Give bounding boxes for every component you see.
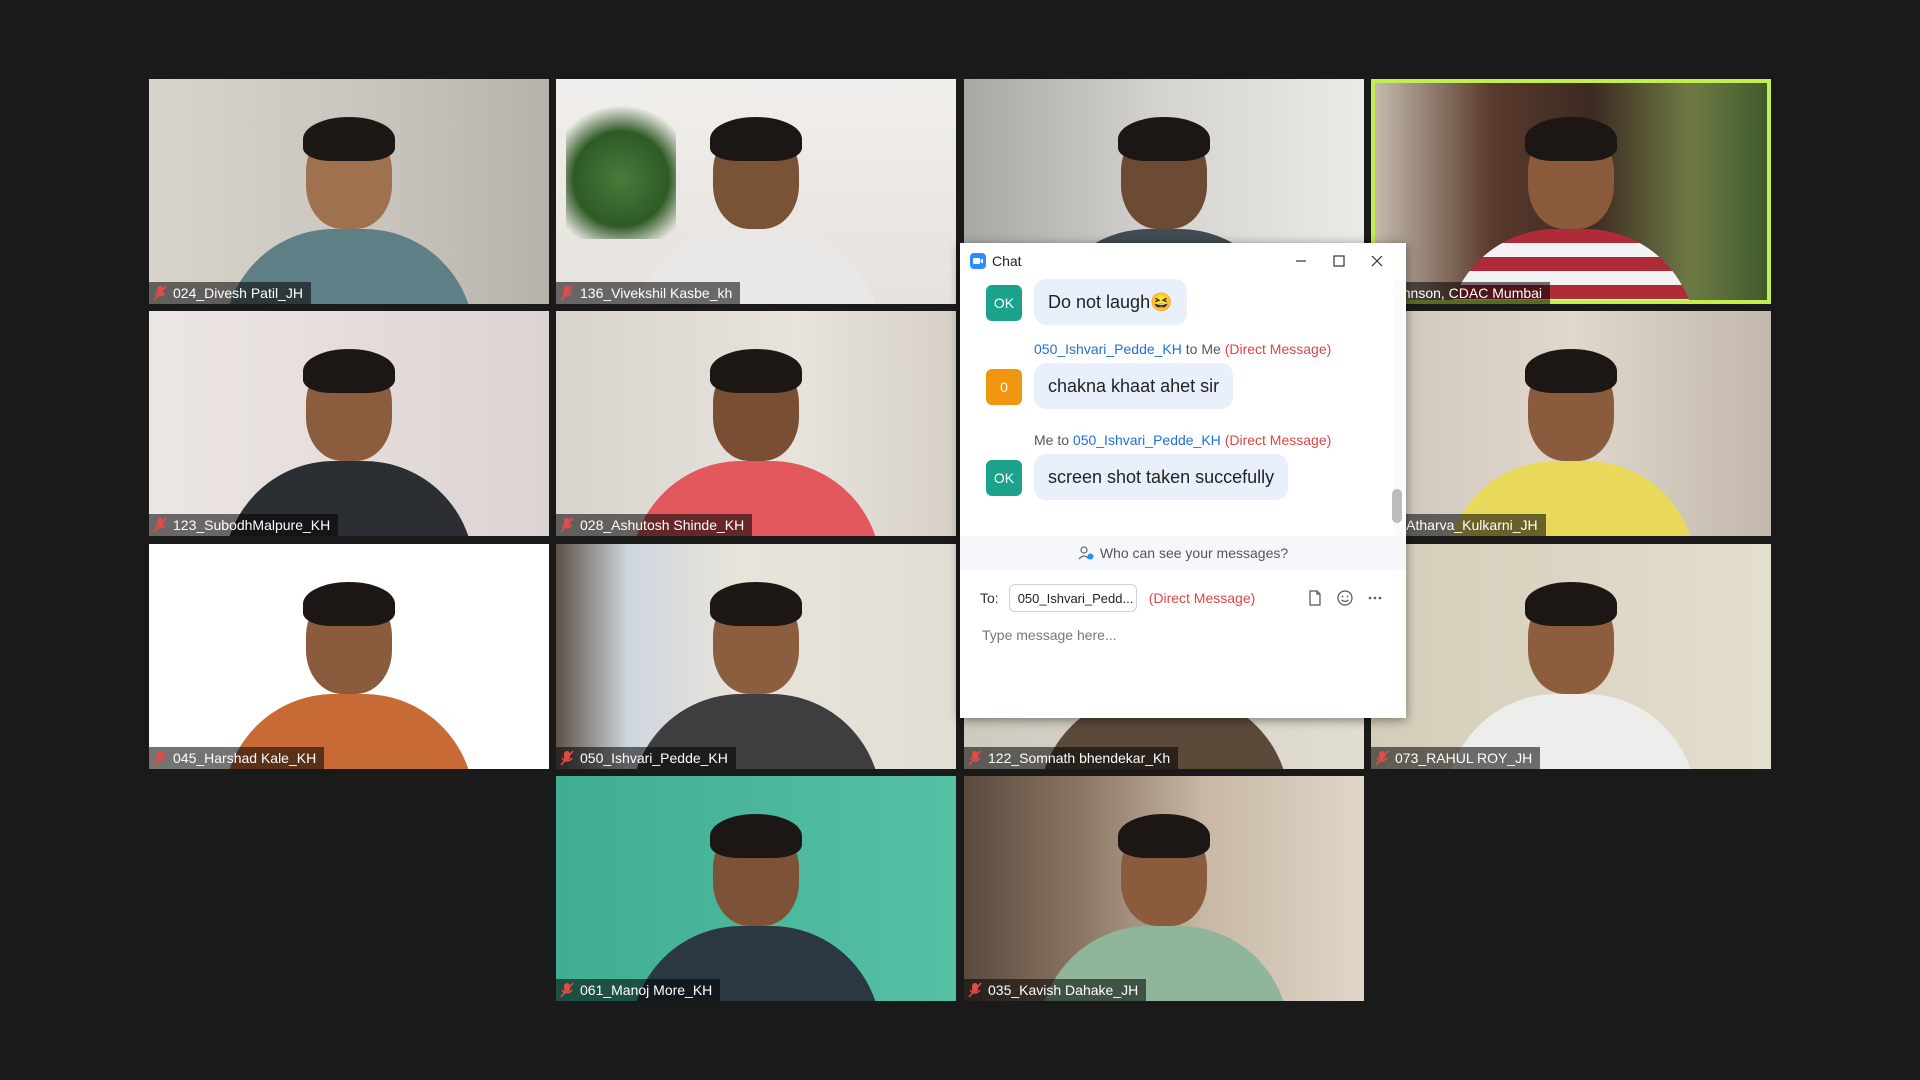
participant-name-tag: 122_Somnath bhendekar_Kh (964, 747, 1179, 769)
mic-muted-icon (560, 517, 574, 533)
avatar: 0 (986, 369, 1022, 405)
video-tile[interactable]: 061_Manoj More_KH (556, 776, 956, 1001)
message-text: screen shot taken succefully (1048, 467, 1275, 487)
participant-name: 028_Ashutosh Shinde_KH (580, 517, 745, 533)
participant-name-tag: 073_RAHUL ROY_JH (1371, 747, 1541, 769)
recipient-dropdown[interactable]: 050_Ishvari_Pedd... (1008, 584, 1137, 612)
compose-toolbar: To: 050_Ishvari_Pedd... (Direct Message) (960, 580, 1406, 616)
more-icon (1368, 596, 1382, 600)
participant-name: 061_Manoj More_KH (580, 982, 713, 998)
minimize-icon (1296, 260, 1306, 262)
video-tile[interactable]: 045_Harshad Kale_KH (149, 544, 549, 769)
direct-message-label: (Direct Message) (1148, 590, 1256, 606)
message-meta: 050_Ishvari_Pedde_KH to Me (Direct Messa… (1034, 341, 1332, 357)
video-tile[interactable]: 024_Divesh Patil_JH (149, 79, 549, 304)
video-tile[interactable]: 136_Vivekshil Kasbe_kh (556, 79, 956, 304)
participant-name-tag: 123_SubodhMalpure_KH (149, 514, 339, 536)
chat-message: OK Do not laugh😆 (960, 279, 1390, 329)
chat-message: 050_Ishvari_Pedde_KH to Me (Direct Messa… (960, 341, 1390, 421)
mic-muted-icon (560, 750, 574, 766)
privacy-text: Who can see your messages? (1099, 545, 1289, 561)
message-meta: Me to 050_Ishvari_Pedde_KH (Direct Messa… (1034, 432, 1332, 448)
mic-muted-icon (153, 517, 167, 533)
mic-muted-icon (560, 285, 574, 301)
mic-muted-icon (153, 285, 167, 301)
to-label: To: (980, 590, 999, 606)
chat-window[interactable]: Chat OK Do not laugh😆 050_Ishvari_Pedde_… (960, 243, 1406, 718)
chat-title: Chat (992, 253, 1022, 269)
message-bubble: screen shot taken succefully (1034, 454, 1289, 500)
laughing-emoji: 😆 (1150, 292, 1173, 312)
maximize-button[interactable] (1320, 243, 1358, 279)
mic-muted-icon (968, 750, 982, 766)
participant-name-tag: 024_Divesh Patil_JH (149, 282, 311, 304)
message-text: Do not laugh (1048, 292, 1151, 312)
participant-name-tag: 050_Ishvari_Pedde_KH (556, 747, 736, 769)
scrollbar-thumb[interactable] (1392, 489, 1402, 523)
privacy-info-link[interactable]: Who can see your messages? (960, 536, 1406, 570)
video-tile[interactable]: 073_RAHUL ROY_JH (1371, 544, 1771, 769)
message-bubble: Do not laugh😆 (1034, 279, 1187, 325)
mic-muted-icon (560, 982, 574, 998)
direct-message-label: (Direct Message) (1224, 432, 1332, 448)
emoji-button[interactable] (1334, 587, 1356, 609)
maximize-icon (1333, 255, 1345, 267)
video-tile[interactable]: 050_Ishvari_Pedde_KH (556, 544, 956, 769)
participant-name-tag: 035_Kavish Dahake_JH (964, 979, 1147, 1001)
participant-name: 136_Vivekshil Kasbe_kh (580, 285, 733, 301)
participant-name-tag: 028_Ashutosh Shinde_KH (556, 514, 753, 536)
video-tile-active-speaker[interactable]: P Johnson, CDAC Mumbai (1371, 79, 1771, 304)
participant-name: 024_Divesh Patil_JH (173, 285, 303, 301)
minimize-button[interactable] (1282, 243, 1320, 279)
close-icon (1371, 255, 1383, 267)
chat-message: Me to 050_Ishvari_Pedde_KH (Direct Messa… (960, 432, 1390, 512)
mic-muted-icon (153, 750, 167, 766)
participant-name: 073_RAHUL ROY_JH (1395, 750, 1533, 766)
zoom-app-icon (970, 253, 986, 269)
message-input[interactable] (980, 619, 1384, 651)
recipient-selected: 050_Ishvari_Pedd... (1017, 590, 1134, 606)
mic-muted-icon (968, 982, 982, 998)
participant-name: 035_Kavish Dahake_JH (988, 982, 1139, 998)
participant-name: 050_Ishvari_Pedde_KH (580, 750, 728, 766)
more-options-button[interactable] (1364, 587, 1386, 609)
participant-name: 045_Harshad Kale_KH (173, 750, 317, 766)
video-tile[interactable]: 018_Atharva_Kulkarni_JH (1371, 311, 1771, 536)
video-tile[interactable]: 123_SubodhMalpure_KH (149, 311, 549, 536)
close-button[interactable] (1358, 243, 1396, 279)
participant-name: 123_SubodhMalpure_KH (173, 517, 331, 533)
file-button[interactable] (1304, 587, 1326, 609)
chat-titlebar[interactable]: Chat (960, 243, 1406, 279)
participant-name: 122_Somnath bhendekar_Kh (988, 750, 1171, 766)
avatar: OK (986, 460, 1022, 496)
people-info-icon (1078, 546, 1094, 560)
file-icon (1309, 590, 1321, 606)
participant-name-tag: 061_Manoj More_KH (556, 979, 721, 1001)
mic-muted-icon (1375, 750, 1389, 766)
video-tile[interactable]: 035_Kavish Dahake_JH (964, 776, 1364, 1001)
participant-name-tag: 136_Vivekshil Kasbe_kh (556, 282, 741, 304)
chat-message-list[interactable]: OK Do not laugh😆 050_Ishvari_Pedde_KH to… (960, 279, 1406, 539)
participant-name-tag: 045_Harshad Kale_KH (149, 747, 325, 769)
emoji-icon (1337, 590, 1353, 606)
message-bubble: chakna khaat ahet sir (1034, 363, 1234, 409)
avatar: OK (986, 285, 1022, 321)
message-text: chakna khaat ahet sir (1048, 376, 1220, 396)
video-tile[interactable]: 028_Ashutosh Shinde_KH (556, 311, 956, 536)
recipient-link[interactable]: 050_Ishvari_Pedde_KH (1073, 432, 1221, 448)
sender-link[interactable]: 050_Ishvari_Pedde_KH (1034, 341, 1182, 357)
direct-message-label: (Direct Message) (1224, 341, 1332, 357)
